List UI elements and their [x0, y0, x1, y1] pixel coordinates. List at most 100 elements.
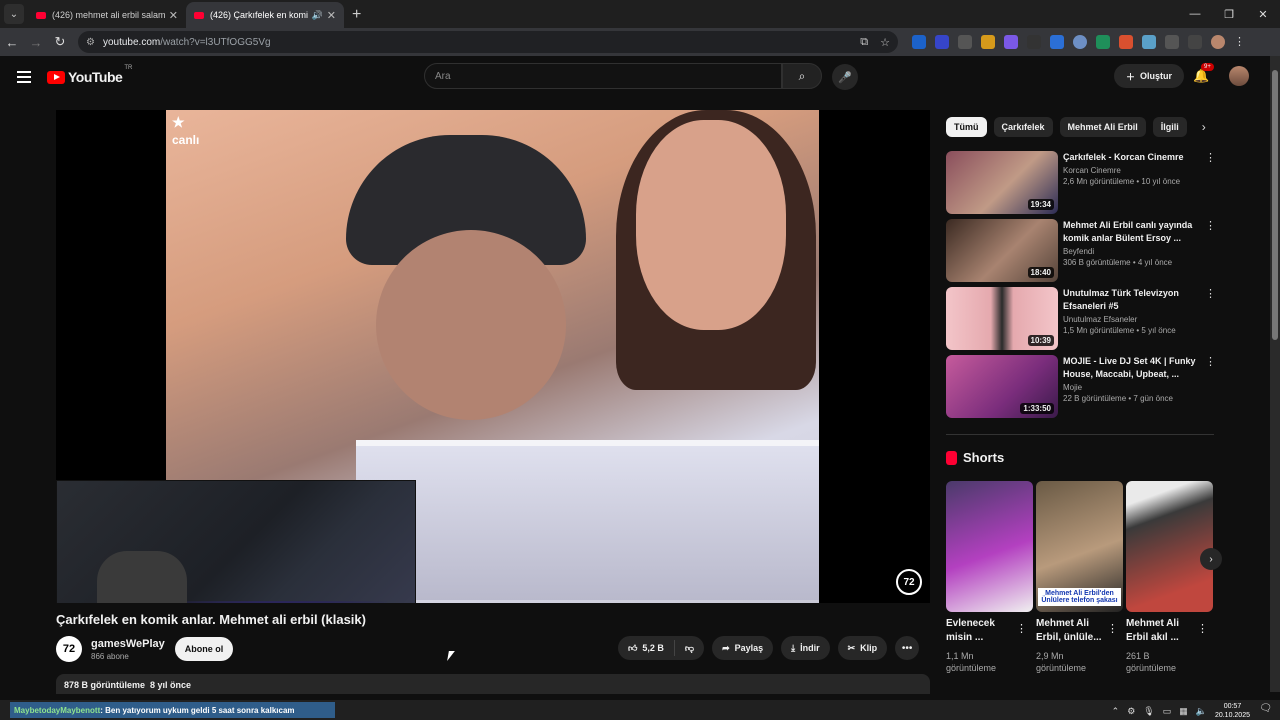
- back-icon[interactable]: ←: [0, 35, 24, 50]
- tab-2[interactable]: (426) Çarkıfelek en komik a 🔊 ✕: [186, 2, 344, 28]
- extension-v-icon[interactable]: [935, 35, 949, 49]
- extension-red-icon[interactable]: [1119, 35, 1133, 49]
- subscribe-button[interactable]: Abone ol: [175, 637, 233, 661]
- recommendation-item[interactable]: 19:34 Çarkıfelek - Korcan Cinemre Korcan …: [946, 151, 1216, 215]
- channel-watermark[interactable]: 72: [896, 569, 922, 595]
- recommendation-title[interactable]: Unutulmaz Türk Televizyon Efsaneleri #5: [1063, 287, 1201, 313]
- network-icon[interactable]: ▦: [1179, 706, 1188, 717]
- short-views: 261 B görüntüleme: [1126, 651, 1177, 673]
- video-thumbnail[interactable]: 10:39: [946, 287, 1058, 350]
- create-button[interactable]: ＋ Oluştur: [1114, 64, 1184, 88]
- search-button[interactable]: ⌕: [782, 63, 822, 89]
- profile-icon[interactable]: [1211, 35, 1225, 49]
- channel-name[interactable]: gamesWePlay: [91, 638, 165, 650]
- video-thumbnail[interactable]: 19:34: [946, 151, 1058, 214]
- tray-expand-icon[interactable]: ⌃: [1112, 706, 1120, 717]
- chevron-right-icon[interactable]: ›: [1202, 120, 1206, 134]
- recommendation-title[interactable]: Çarkıfelek - Korcan Cinemre: [1063, 151, 1201, 164]
- video-thumbnail[interactable]: 1:33:50: [946, 355, 1058, 418]
- clip-button[interactable]: ✂ Klip: [837, 636, 888, 660]
- search-input[interactable]: Ara: [424, 63, 782, 89]
- account-avatar[interactable]: [1229, 66, 1249, 86]
- short-thumbnail[interactable]: [946, 481, 1033, 612]
- notifications-button[interactable]: 🔔 9+: [1193, 63, 1214, 84]
- short-title[interactable]: Mehmet Ali Erbil akıl ...: [1126, 617, 1198, 645]
- short-thumbnail[interactable]: [1126, 481, 1213, 612]
- recommendation-channel[interactable]: Mojie: [1063, 383, 1201, 392]
- close-tab-icon[interactable]: ✕: [169, 9, 178, 22]
- extension-globe-icon[interactable]: [1073, 35, 1087, 49]
- section-divider: [946, 434, 1214, 435]
- volume-icon[interactable]: 🔈: [1196, 706, 1207, 717]
- kebab-menu-icon[interactable]: ⋮: [1205, 355, 1216, 419]
- restore-icon[interactable]: ❐: [1212, 8, 1246, 21]
- more-actions-button[interactable]: •••: [895, 636, 920, 660]
- extensions-menu-icon[interactable]: [1165, 35, 1179, 49]
- kebab-menu-icon[interactable]: ⋮: [1197, 622, 1208, 635]
- chip-related[interactable]: İlgili: [1152, 117, 1187, 137]
- guide-menu-icon[interactable]: [17, 71, 31, 83]
- tray-app-icon[interactable]: ⚙: [1127, 706, 1135, 717]
- extension-window-icon[interactable]: [958, 35, 972, 49]
- display-icon[interactable]: ▭: [1163, 706, 1172, 717]
- video-player[interactable]: ★ canlı 72: [56, 110, 930, 603]
- video-scene-man: [376, 230, 566, 420]
- audio-playing-icon[interactable]: 🔊: [312, 10, 323, 21]
- extension-on-icon[interactable]: [1096, 35, 1110, 49]
- dislike-button[interactable]: 👎︎: [675, 636, 704, 660]
- share-button[interactable]: ➦ Paylaş: [712, 636, 774, 660]
- site-info-icon[interactable]: ⚙: [86, 37, 95, 48]
- shorts-next-button[interactable]: ›: [1200, 548, 1222, 570]
- install-app-icon[interactable]: ⧉: [860, 36, 868, 49]
- kebab-menu-icon[interactable]: ⋮: [1016, 622, 1027, 635]
- extension-puzzle-icon[interactable]: [981, 35, 995, 49]
- recommendation-item[interactable]: 18:40 Mehmet Ali Erbil canlı yayında kom…: [946, 219, 1216, 283]
- short-thumbnail[interactable]: Mehmet Ali Erbil'den Ünlülere telefon şa…: [1036, 481, 1123, 612]
- recommendation-title[interactable]: Mehmet Ali Erbil canlı yayında komik anl…: [1063, 219, 1201, 245]
- kebab-menu-icon[interactable]: ⋮: [1107, 622, 1118, 635]
- kebab-menu-icon[interactable]: ⋮: [1205, 151, 1216, 215]
- browser-menu-icon[interactable]: ⋮: [1234, 35, 1248, 49]
- chip-carkifelek[interactable]: Çarkıfelek: [993, 117, 1053, 137]
- minimize-icon[interactable]: —: [1178, 8, 1212, 20]
- download-button[interactable]: ⤓ İndir: [781, 636, 830, 660]
- extension-sound-icon[interactable]: [1027, 35, 1041, 49]
- clock[interactable]: 00:57 20.10.2025: [1215, 702, 1250, 720]
- recommendation-channel[interactable]: Korcan Cinemre: [1063, 166, 1201, 175]
- channel-avatar[interactable]: 72: [56, 636, 82, 662]
- short-title[interactable]: Evlenecek misin ...: [946, 617, 1018, 645]
- page-scrollbar[interactable]: [1270, 56, 1280, 692]
- extension-translate-icon[interactable]: [1050, 35, 1064, 49]
- description-box[interactable]: 878 B görüntüleme 8 yıl önce: [56, 674, 930, 694]
- chip-all[interactable]: Tümü: [946, 117, 987, 137]
- short-title[interactable]: Mehmet Ali Erbil, ünlüle...: [1036, 617, 1108, 645]
- kebab-menu-icon[interactable]: ⋮: [1205, 287, 1216, 351]
- recommendation-channel[interactable]: Unutulmaz Efsaneler: [1063, 315, 1201, 324]
- recommendation-channel[interactable]: Beyfendi: [1063, 247, 1201, 256]
- tab-1[interactable]: (426) mehmet ali erbil salam - Y ✕: [28, 2, 186, 28]
- new-tab-button[interactable]: +: [352, 6, 361, 24]
- tab-search-button[interactable]: ⌄: [4, 4, 24, 24]
- reload-icon[interactable]: ↻: [48, 34, 72, 50]
- scrollbar-thumb[interactable]: [1272, 70, 1278, 340]
- youtube-logo[interactable]: YouTube TR: [47, 65, 132, 85]
- recommendation-title[interactable]: MOJIE - Live DJ Set 4K | Funky House, Ma…: [1063, 355, 1201, 381]
- extension-wave-icon[interactable]: [1004, 35, 1018, 49]
- notification-center-icon[interactable]: 🗨: [1259, 703, 1272, 714]
- recommendation-item[interactable]: 1:33:50 MOJIE - Live DJ Set 4K | Funky H…: [946, 355, 1216, 419]
- close-window-icon[interactable]: ✕: [1246, 8, 1280, 21]
- chip-mehmet-ali-erbil[interactable]: Mehmet Ali Erbil: [1059, 117, 1146, 137]
- close-tab-icon[interactable]: ✕: [327, 9, 336, 22]
- like-button[interactable]: 👍︎ 5,2 B: [618, 636, 674, 660]
- video-thumbnail[interactable]: 18:40: [946, 219, 1058, 282]
- voice-search-button[interactable]: 🎤: [832, 64, 858, 90]
- bookmark-star-icon[interactable]: ☆: [880, 36, 890, 49]
- forward-icon[interactable]: →: [24, 35, 48, 50]
- url-input[interactable]: ⚙ youtube.com/watch?v=l3UTfOGG5Vg ⧉ ☆: [78, 31, 898, 53]
- kebab-menu-icon[interactable]: ⋮: [1205, 219, 1216, 283]
- microphone-tray-icon[interactable]: 🎙: [1143, 706, 1154, 717]
- extension-cloud-icon[interactable]: [1142, 35, 1156, 49]
- reading-list-icon[interactable]: [1188, 35, 1202, 49]
- recommendation-item[interactable]: 10:39 Unutulmaz Türk Televizyon Efsanele…: [946, 287, 1216, 351]
- extension-shield-icon[interactable]: [912, 35, 926, 49]
